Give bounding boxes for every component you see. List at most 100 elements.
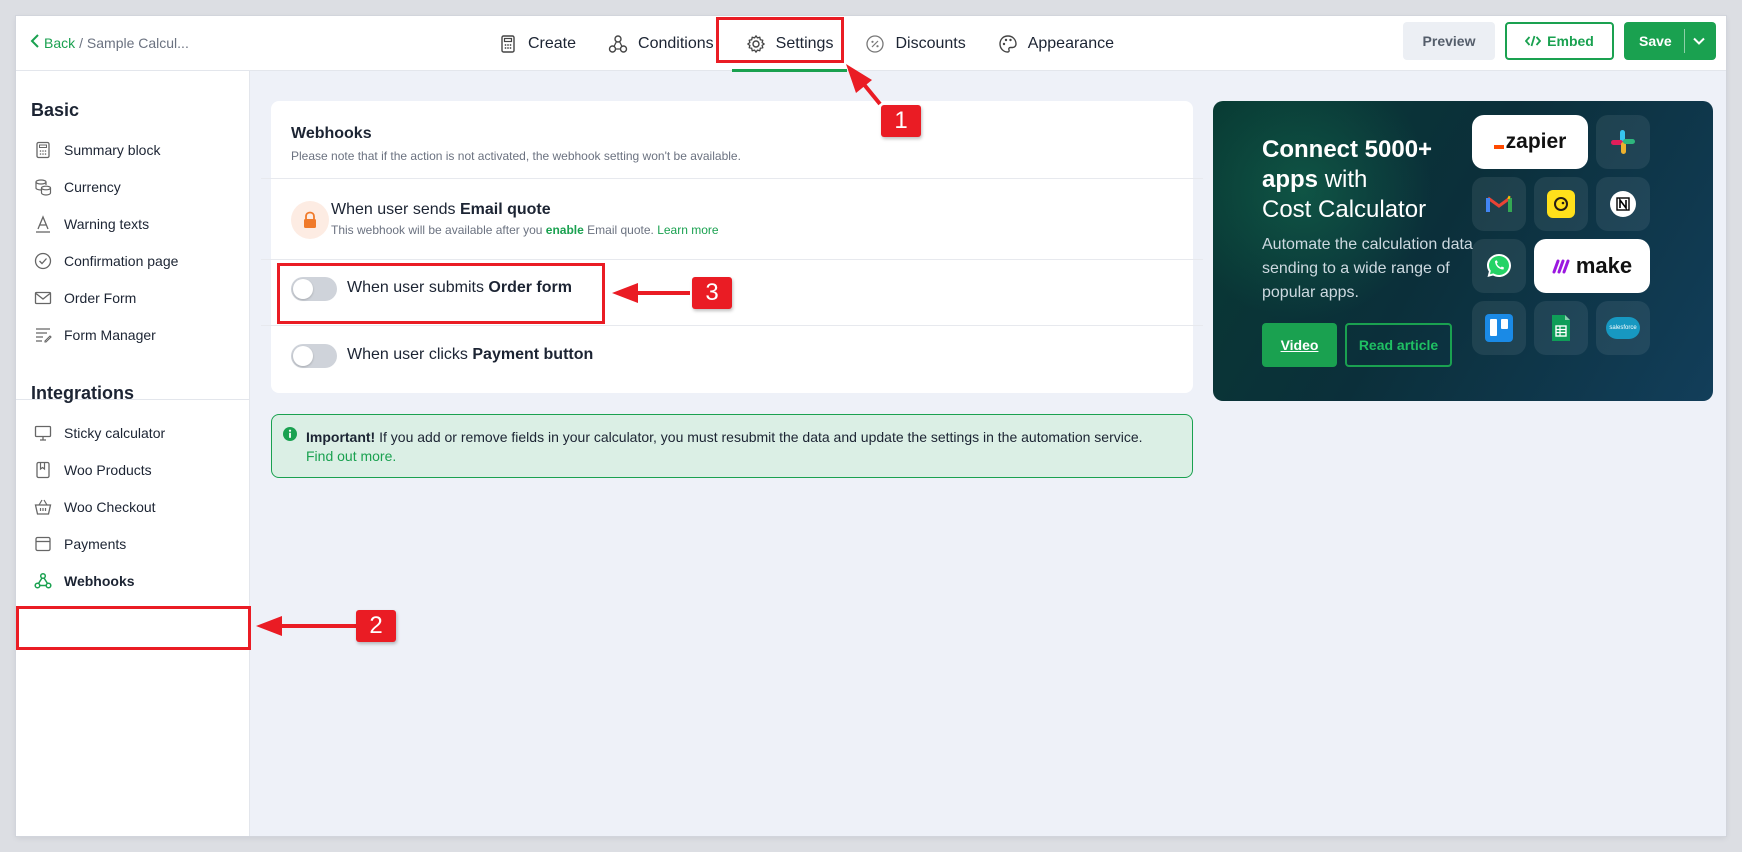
chevron-down-icon[interactable] (1692, 34, 1706, 48)
divider (261, 178, 1203, 179)
trello-icon (1472, 301, 1526, 355)
salesforce-icon: salesforce (1596, 301, 1650, 355)
check-circle-icon (34, 252, 52, 269)
annotation-badge-3: 3 (692, 277, 732, 309)
divider (261, 325, 1203, 326)
sidebar-item-webhooks[interactable]: Webhooks (20, 562, 246, 599)
sidebar-item-label: Order Form (64, 289, 137, 306)
important-info-box: Important! If you add or remove fields i… (271, 414, 1193, 478)
learn-more-link[interactable]: Learn more (657, 223, 718, 237)
tab-conditions-label: Conditions (638, 34, 714, 52)
annotation-box-order-form (277, 263, 605, 324)
sidebar-item-label: Webhooks (64, 572, 135, 589)
zapier-logo: zapier (1472, 115, 1588, 169)
sidebar-item-woo-products[interactable]: Woo Products (20, 451, 246, 488)
calculator-icon (501, 34, 515, 53)
payment-prefix: When user clicks (347, 346, 468, 363)
tab-discounts-label: Discounts (895, 34, 966, 52)
google-sheets-icon (1534, 301, 1588, 355)
sidebar-item-sticky-calculator[interactable]: Sticky calculator (20, 414, 246, 451)
sidebar-item-woo-checkout[interactable]: Woo Checkout (20, 488, 246, 525)
tab-appearance[interactable]: Appearance (982, 16, 1130, 71)
sidebar-item-label: Confirmation page (64, 252, 179, 269)
save-button[interactable]: Save (1624, 22, 1716, 60)
zapier-dash (1493, 145, 1504, 149)
gmail-icon (1472, 177, 1526, 231)
sidebar-item-form-manager[interactable]: Form Manager (20, 316, 246, 353)
webhooks-card: Webhooks Please note that if the action … (261, 101, 1203, 393)
sidebar-item-summary-block[interactable]: Summary block (20, 131, 246, 168)
payment-button-webhook-toggle[interactable] (291, 344, 337, 368)
preview-button[interactable]: Preview (1403, 22, 1495, 60)
annotation-badge-1: 1 (881, 105, 921, 137)
note-prefix: This webhook will be available after you (331, 223, 543, 237)
email-quote-webhook-title: When user sends Email quote (331, 201, 551, 219)
back-link[interactable]: Back (44, 35, 75, 51)
tab-create-label: Create (528, 34, 577, 52)
zapier-wordmark: zapier (1505, 130, 1567, 153)
back-breadcrumb[interactable]: Back / Sample Calcul... (30, 34, 189, 51)
important-message: If you add or remove fields in your calc… (379, 429, 1143, 445)
sidebar-item-currency[interactable]: Currency (20, 168, 246, 205)
app-frame: Back / Sample Calcul... Create Condition… (16, 16, 1726, 836)
salesforce-wordmark: salesforce (1606, 317, 1640, 339)
monitor-icon (34, 425, 52, 441)
promo-title-bold-2: apps (1262, 166, 1319, 193)
email-quote-bold: Email quote (459, 201, 551, 218)
percent-icon (866, 34, 885, 53)
tab-conditions[interactable]: Conditions (592, 16, 730, 71)
palette-icon (999, 34, 1017, 53)
payment-bold: Payment button (472, 346, 594, 363)
sidebar-item-label: Payments (64, 535, 127, 552)
sidebar-item-payments[interactable]: Payments (20, 525, 246, 562)
save-label: Save (1639, 33, 1672, 49)
chevron-left-icon (30, 34, 40, 51)
promo-title-rest-2: Cost Calculator (1262, 196, 1427, 223)
read-article-button[interactable]: Read article (1345, 323, 1452, 367)
tab-discounts[interactable]: Discounts (849, 16, 981, 71)
embed-button[interactable]: Embed (1505, 22, 1614, 60)
make-wordmark: make (1575, 253, 1633, 278)
calculator-name-crumb: / Sample Calcul... (79, 34, 189, 51)
sidebar-item-confirmation-page[interactable]: Confirmation page (20, 242, 246, 279)
important-text: Important! If you add or remove fields i… (306, 427, 1143, 448)
sidebar-item-order-form[interactable]: Order Form (20, 279, 246, 316)
make-logo: make (1534, 239, 1650, 293)
sidebar-item-warning-texts[interactable]: Warning texts (20, 205, 246, 242)
video-button[interactable]: Video (1262, 323, 1337, 367)
sidebar-item-label: Summary block (64, 141, 161, 158)
code-icon (1525, 35, 1542, 47)
save-divider (1684, 29, 1685, 53)
email-quote-note: This webhook will be available after you… (331, 223, 719, 237)
webhooks-subtitle: Please note that if the action is not ac… (291, 149, 741, 163)
calculator-icon (36, 141, 50, 158)
integrations-heading: Integrations (31, 383, 135, 403)
integrations-promo-banner: Connect 5000+ apps with Cost Calculator … (1213, 101, 1713, 401)
sidebar-item-label: Woo Checkout (64, 498, 156, 515)
sidebar-item-label: Warning texts (64, 215, 150, 232)
info-icon (283, 427, 297, 441)
enable-link[interactable]: enable (546, 223, 584, 237)
lock-icon (291, 201, 329, 239)
email-quote-prefix: When user sends (331, 201, 456, 218)
settings-sidebar: Basic Summary block Currency Warning tex… (16, 71, 250, 836)
tab-create[interactable]: Create (482, 16, 592, 71)
basket-icon (34, 499, 52, 515)
toggle-knob (293, 346, 313, 366)
embed-label: Embed (1547, 33, 1594, 49)
sidebar-item-label: Woo Products (64, 461, 152, 478)
whatsapp-icon (1472, 239, 1526, 293)
coins-icon (35, 178, 52, 196)
text-icon (36, 214, 50, 233)
promo-title-rest-1: with (1324, 166, 1368, 193)
important-label: Important! (306, 429, 376, 445)
payment-button-webhook-label: When user clicks Payment button (347, 346, 593, 364)
basic-heading: Basic (31, 100, 80, 120)
nodes-icon (608, 34, 628, 53)
annotation-box-settings (716, 17, 844, 63)
tab-appearance-label: Appearance (1027, 34, 1114, 52)
sidebar-item-label: Currency (64, 178, 121, 195)
promo-title: Connect 5000+ apps with Cost Calculator (1262, 135, 1482, 225)
find-out-more-link[interactable]: Find out more. (306, 448, 396, 464)
note-suffix: Email quote. (587, 223, 654, 237)
